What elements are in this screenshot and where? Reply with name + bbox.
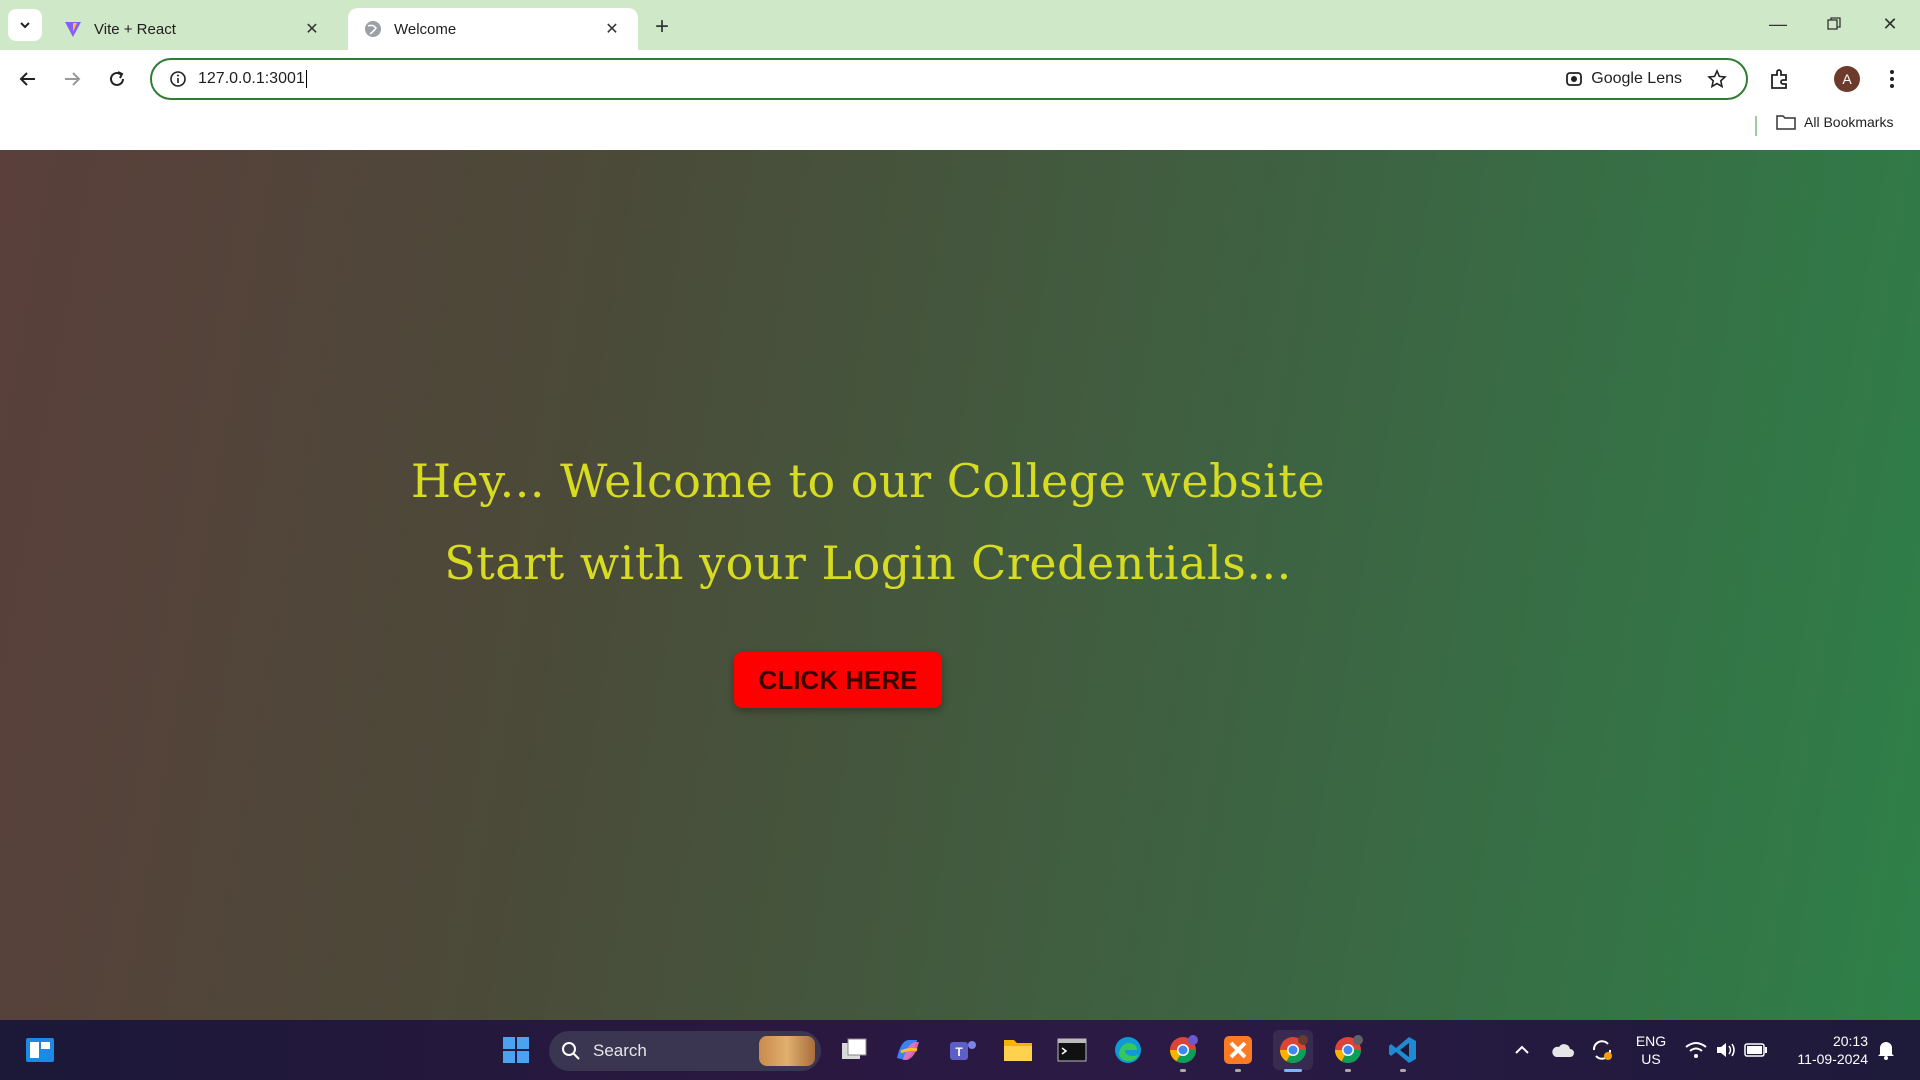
xampp-icon[interactable]	[1218, 1030, 1258, 1072]
close-window-icon[interactable]: ✕	[1862, 0, 1918, 48]
browser-toolbar: 127.0.0.1:3001 Google Lens A	[0, 50, 1920, 108]
tab-search-button[interactable]	[8, 9, 42, 41]
search-highlight-icon	[759, 1036, 815, 1066]
notification-bell-icon[interactable]	[1866, 1030, 1906, 1070]
file-explorer-icon[interactable]	[998, 1030, 1038, 1070]
language-indicator[interactable]: ENG US	[1628, 1032, 1674, 1068]
vscode-icon[interactable]	[1383, 1030, 1423, 1072]
chrome-profile-j-icon[interactable]	[1163, 1030, 1203, 1072]
text-cursor	[305, 69, 307, 88]
edge-icon[interactable]	[1108, 1030, 1148, 1070]
copilot-icon[interactable]	[888, 1030, 928, 1070]
page-content: Hey... Welcome to our College website St…	[0, 150, 1920, 1020]
lens-icon	[1566, 72, 1583, 86]
system-clock[interactable]: 20:13 11-09-2024	[1782, 1032, 1868, 1068]
forward-icon[interactable]	[54, 61, 90, 97]
language-label: ENG	[1635, 1033, 1667, 1049]
all-bookmarks-button[interactable]: All Bookmarks	[1776, 114, 1893, 130]
close-icon[interactable]: ✕	[302, 19, 322, 39]
menu-icon[interactable]	[1874, 61, 1910, 97]
tab-strip: Vite + React ✕ Welcome ✕ + — ✕	[0, 0, 1920, 50]
welcome-line-1: Hey... Welcome to our College website	[410, 454, 1326, 508]
widgets-icon[interactable]	[20, 1030, 60, 1070]
start-icon[interactable]	[496, 1030, 536, 1070]
show-hidden-icons-icon[interactable]	[1502, 1030, 1542, 1070]
divider	[1755, 116, 1757, 136]
vite-icon	[64, 20, 82, 38]
search-label: Search	[593, 1041, 647, 1060]
search-icon	[562, 1042, 580, 1060]
bookmark-star-icon[interactable]	[1702, 69, 1732, 89]
region-label: US	[1641, 1051, 1661, 1067]
google-lens-button[interactable]: Google Lens	[1565, 70, 1682, 88]
taskbar-search[interactable]: Search	[549, 1031, 821, 1071]
terminal-icon[interactable]	[1052, 1030, 1092, 1070]
task-view-icon[interactable]	[834, 1030, 874, 1070]
new-tab-button[interactable]: +	[648, 13, 676, 41]
restore-icon[interactable]	[1806, 0, 1862, 48]
welcome-line-2: Start with your Login Credentials...	[444, 536, 1292, 590]
reload-icon[interactable]	[99, 61, 135, 97]
bookmarks-bar: All Bookmarks	[0, 108, 1920, 150]
minimize-icon[interactable]: —	[1750, 0, 1806, 48]
profile-avatar[interactable]: A	[1834, 66, 1860, 92]
sync-icon[interactable]	[1582, 1030, 1622, 1070]
chrome-profile-a-icon[interactable]	[1273, 1030, 1313, 1072]
address-bar[interactable]: 127.0.0.1:3001 Google Lens	[150, 58, 1748, 100]
site-info-icon[interactable]	[158, 70, 198, 88]
clock-time: 20:13	[1832, 1033, 1868, 1049]
tab-title: Vite + React	[94, 20, 176, 38]
battery-icon[interactable]	[1736, 1030, 1776, 1070]
teams-icon[interactable]: T	[943, 1030, 983, 1070]
click-here-button[interactable]: CLICK HERE	[734, 652, 942, 708]
tab-welcome[interactable]: Welcome ✕	[348, 8, 638, 50]
url-text[interactable]: 127.0.0.1:3001	[198, 69, 1565, 88]
onedrive-icon[interactable]	[1542, 1030, 1582, 1070]
lens-label: Google Lens	[1591, 70, 1682, 87]
tab-vite-react[interactable]: Vite + React ✕	[48, 8, 338, 50]
welcome-heading: Hey... Welcome to our College website St…	[0, 440, 1736, 604]
svg-text:T: T	[955, 1045, 963, 1059]
clock-date: 11-09-2024	[1797, 1051, 1868, 1067]
chrome-profile-i-icon[interactable]	[1328, 1030, 1368, 1072]
extensions-icon[interactable]	[1762, 61, 1798, 97]
tab-title: Welcome	[394, 20, 457, 38]
all-bookmarks-label: All Bookmarks	[1804, 114, 1894, 130]
close-icon[interactable]: ✕	[602, 19, 622, 39]
globe-icon	[364, 20, 382, 38]
taskbar: Search T ENG US 20:13 11-09-2024	[0, 1020, 1920, 1080]
back-icon[interactable]	[10, 61, 46, 97]
chevron-down-icon	[20, 22, 30, 29]
folder-icon	[1776, 115, 1796, 130]
